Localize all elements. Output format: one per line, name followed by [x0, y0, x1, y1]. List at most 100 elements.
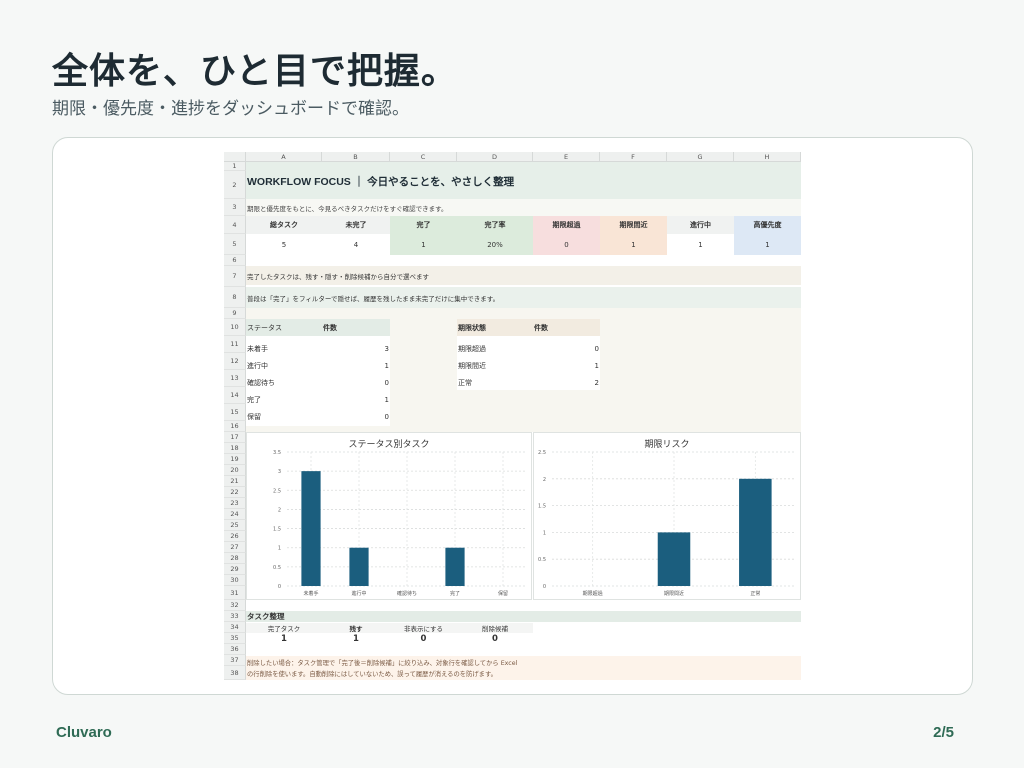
cleanup-label-completed[interactable]: 完了タスク — [246, 623, 322, 633]
status-row-done[interactable]: 完了 — [247, 391, 261, 408]
kpi-value-overdue[interactable]: 0 — [533, 234, 600, 255]
status-row-not-started[interactable]: 未着手 — [247, 340, 268, 357]
bar-期限間近[interactable] — [657, 532, 691, 586]
note-filter-tip[interactable]: 普段は「完了」をフィルターで隠せば、履歴を残したまま未完了だけに集中できます。 — [247, 287, 499, 308]
kpi-value-due-soon[interactable]: 1 — [600, 234, 667, 255]
deadline-count-due-soon[interactable]: 1 — [533, 357, 599, 374]
status-row-on-hold[interactable]: 保留 — [247, 408, 261, 425]
bar-未着手[interactable] — [301, 471, 321, 586]
row-header-21[interactable]: 21 — [224, 476, 246, 487]
row-header-31[interactable]: 31 — [224, 586, 246, 600]
row-header-26[interactable]: 26 — [224, 531, 246, 542]
row-header-1[interactable]: 1 — [224, 162, 246, 171]
intro-text[interactable]: 期限と優先度をもとに、今見るべきタスクだけをすぐ確認できます。 — [247, 199, 448, 216]
cleanup-value-delete-candidate[interactable]: 0 — [457, 633, 533, 644]
cleanup-label-keep[interactable]: 残す — [322, 623, 390, 633]
cleanup-value-keep[interactable]: 1 — [322, 633, 390, 644]
cleanup-label-hide[interactable]: 非表示にする — [390, 623, 457, 633]
row-header-8[interactable]: 8 — [224, 287, 246, 308]
row-header-29[interactable]: 29 — [224, 564, 246, 575]
status-count-awaiting-review[interactable]: 0 — [322, 374, 389, 391]
kpi-value-high-priority[interactable]: 1 — [734, 234, 801, 255]
row-header-30[interactable]: 30 — [224, 575, 246, 586]
row-header-35[interactable]: 35 — [224, 633, 246, 644]
status-count-on-hold[interactable]: 0 — [322, 408, 389, 425]
column-header-c[interactable]: C — [390, 152, 457, 162]
kpi-label-done[interactable]: 完了 — [390, 216, 457, 234]
row-header-7[interactable]: 7 — [224, 266, 246, 287]
column-header-f[interactable]: F — [600, 152, 667, 162]
bar-正常[interactable] — [739, 478, 772, 586]
row-header-34[interactable]: 34 — [224, 622, 246, 633]
row-header-19[interactable]: 19 — [224, 454, 246, 465]
deadline-count-normal[interactable]: 2 — [533, 374, 599, 391]
status-header-count[interactable]: 件数 — [323, 319, 337, 336]
row-header-27[interactable]: 27 — [224, 542, 246, 553]
kpi-value-incomplete[interactable]: 4 — [322, 234, 390, 255]
row-header-11[interactable]: 11 — [224, 336, 246, 353]
status-count-not-started[interactable]: 3 — [322, 340, 389, 357]
kpi-label-incomplete[interactable]: 未完了 — [322, 216, 390, 234]
row-header-15[interactable]: 15 — [224, 404, 246, 421]
row-header-17[interactable]: 17 — [224, 432, 246, 443]
row-header-6[interactable]: 6 — [224, 255, 246, 266]
note-completed-options[interactable]: 完了したタスクは、残す・隠す・削除候補から自分で選べます — [247, 266, 429, 285]
row-header-2[interactable]: 2 — [224, 171, 246, 199]
deadline-row-due-soon[interactable]: 期限間近 — [458, 357, 486, 374]
kpi-label-high-priority[interactable]: 高優先度 — [734, 216, 801, 234]
column-header-h[interactable]: H — [734, 152, 801, 162]
sheet-title[interactable]: WORKFLOW FOCUS ｜ 今日やることを、やさしく整理 — [247, 173, 514, 189]
bar-進行中[interactable] — [349, 547, 369, 586]
row-header-12[interactable]: 12 — [224, 353, 246, 370]
kpi-label-rate[interactable]: 完了率 — [457, 216, 533, 234]
kpi-label-due-soon[interactable]: 期限間近 — [600, 216, 667, 234]
column-header-g[interactable]: G — [667, 152, 734, 162]
corner-cell[interactable] — [224, 152, 246, 162]
deadline-count-overdue[interactable]: 0 — [533, 340, 599, 357]
kpi-label-in-progress[interactable]: 進行中 — [667, 216, 734, 234]
row-header-18[interactable]: 18 — [224, 443, 246, 454]
row-header-25[interactable]: 25 — [224, 520, 246, 531]
deadline-row-overdue[interactable]: 期限超過 — [458, 340, 486, 357]
kpi-value-total[interactable]: 5 — [246, 234, 322, 255]
cleanup-value-hide[interactable]: 0 — [390, 633, 457, 644]
row-header-23[interactable]: 23 — [224, 498, 246, 509]
row-header-16[interactable]: 16 — [224, 421, 246, 432]
kpi-label-overdue[interactable]: 期限超過 — [533, 216, 600, 234]
bar-完了[interactable] — [445, 547, 465, 586]
status-header-label[interactable]: ステータス — [247, 319, 282, 336]
row-header-22[interactable]: 22 — [224, 487, 246, 498]
status-count-in-progress[interactable]: 1 — [322, 357, 389, 374]
row-header-37[interactable]: 37 — [224, 655, 246, 666]
row-header-13[interactable]: 13 — [224, 370, 246, 387]
status-row-awaiting-review[interactable]: 確認待ち — [247, 374, 275, 391]
row-header-20[interactable]: 20 — [224, 465, 246, 476]
column-header-b[interactable]: B — [322, 152, 390, 162]
column-header-e[interactable]: E — [533, 152, 600, 162]
kpi-value-rate[interactable]: 20% — [457, 234, 533, 255]
row-header-9[interactable]: 9 — [224, 308, 246, 319]
row-header-14[interactable]: 14 — [224, 387, 246, 404]
cleanup-label-delete-candidate[interactable]: 削除候補 — [457, 623, 533, 633]
column-header-d[interactable]: D — [457, 152, 533, 162]
deadline-row-normal[interactable]: 正常 — [458, 374, 472, 391]
deadline-header-count[interactable]: 件数 — [534, 319, 548, 336]
column-header-a[interactable]: A — [246, 152, 322, 162]
cleanup-value-completed[interactable]: 1 — [246, 633, 322, 644]
cleanup-title[interactable]: タスク整理 — [247, 611, 285, 622]
deadline-chart[interactable]: 期限リスク 0 0.5 1 1.5 2 2.5 期限超過 期限間近 正常 — [533, 432, 801, 600]
footnote-line-2[interactable]: の行削除を使います。自動削除にはしていないため、誤って履歴が消えるのを防げます。 — [247, 668, 497, 679]
row-header-4[interactable]: 4 — [224, 216, 246, 234]
row-header-5[interactable]: 5 — [224, 234, 246, 255]
kpi-value-done[interactable]: 1 — [390, 234, 457, 255]
kpi-label-total[interactable]: 総タスク — [246, 216, 322, 234]
kpi-value-in-progress[interactable]: 1 — [667, 234, 734, 255]
status-row-in-progress[interactable]: 進行中 — [247, 357, 268, 374]
row-header-24[interactable]: 24 — [224, 509, 246, 520]
status-chart[interactable]: ステータス別タスク 0 0.5 1 1.5 2 2.5 3 3.5 未着手 進行中 確認待ち 完了 保留 — [246, 432, 532, 600]
status-count-done[interactable]: 1 — [322, 391, 389, 408]
row-header-33[interactable]: 33 — [224, 611, 246, 622]
row-header-38[interactable]: 38 — [224, 666, 246, 680]
row-header-28[interactable]: 28 — [224, 553, 246, 564]
row-header-3[interactable]: 3 — [224, 199, 246, 216]
